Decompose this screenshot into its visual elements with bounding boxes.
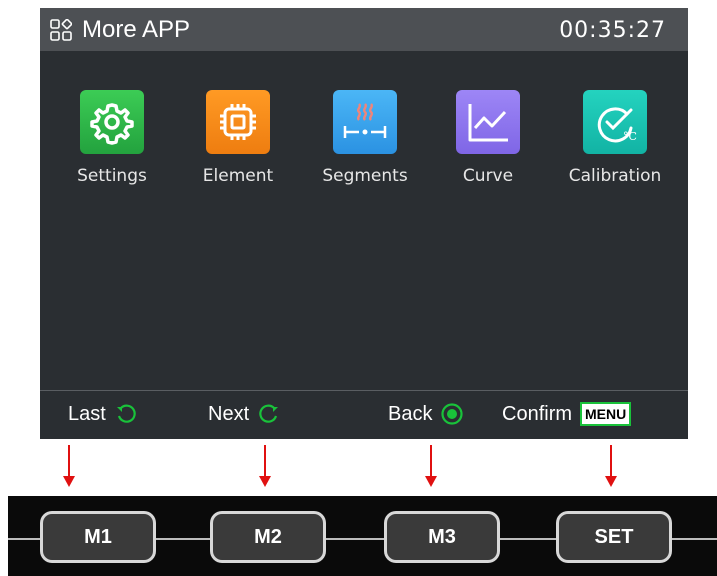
menu-badge: MENU: [580, 402, 632, 426]
app-label: Segments: [322, 166, 408, 186]
device-screen: More APP 00:35:27 Settings Element Segme…: [40, 8, 688, 439]
hint-confirm: Confirm MENU: [502, 401, 632, 427]
arrow-to-set: [605, 445, 617, 487]
m1-key-label: M1: [43, 514, 153, 560]
title-bar: More APP 00:35:27: [40, 8, 688, 51]
radio-dot-icon: [441, 403, 464, 425]
hint-last-label: Last: [68, 403, 106, 425]
hint-confirm-label: Confirm: [502, 403, 573, 425]
app-label: Element: [202, 166, 274, 186]
hint-next-label: Next: [208, 403, 250, 425]
app-settings[interactable]: Settings: [57, 90, 167, 200]
app-element[interactable]: Element: [183, 90, 293, 200]
hint-bar: Last Next Back Confirm MENU: [40, 390, 688, 439]
app-label: Calibration: [568, 166, 662, 186]
gear-icon: [80, 90, 144, 154]
apps-grid-icon: [50, 19, 72, 41]
temperature-gauge-icon: °C: [583, 90, 647, 154]
hardware-keypad: M1 M2 M3 SET: [8, 496, 717, 576]
hint-next: Next: [208, 401, 281, 427]
chip-icon: [206, 90, 270, 154]
set-key-label: SET: [559, 514, 669, 560]
arrow-to-m2: [259, 445, 271, 487]
app-curve[interactable]: Curve: [433, 90, 543, 200]
line-chart-icon: [456, 90, 520, 154]
m1-key[interactable]: M1: [40, 511, 156, 563]
m3-key-label: M3: [387, 514, 497, 560]
app-label: Settings: [77, 166, 147, 186]
set-key[interactable]: SET: [556, 511, 672, 563]
app-label: Curve: [462, 166, 514, 186]
m3-key[interactable]: M3: [384, 511, 500, 563]
svg-text:°C: °C: [623, 130, 637, 143]
app-calibration[interactable]: °C Calibration: [560, 90, 670, 200]
hint-back: Back: [388, 401, 464, 427]
rotate-left-icon: [116, 404, 136, 423]
heating-segments-icon: [333, 90, 397, 154]
m2-key-label: M2: [213, 514, 323, 560]
rotate-right-icon: [259, 404, 279, 423]
m2-key[interactable]: M2: [210, 511, 326, 563]
app-segments[interactable]: Segments: [310, 90, 420, 200]
page-title: More APP: [82, 16, 191, 43]
hint-last: Last: [68, 401, 138, 427]
arrow-to-m1: [63, 445, 75, 487]
hint-back-label: Back: [388, 403, 433, 425]
arrow-to-m3: [425, 445, 437, 487]
clock: 00:35:27: [559, 18, 666, 43]
